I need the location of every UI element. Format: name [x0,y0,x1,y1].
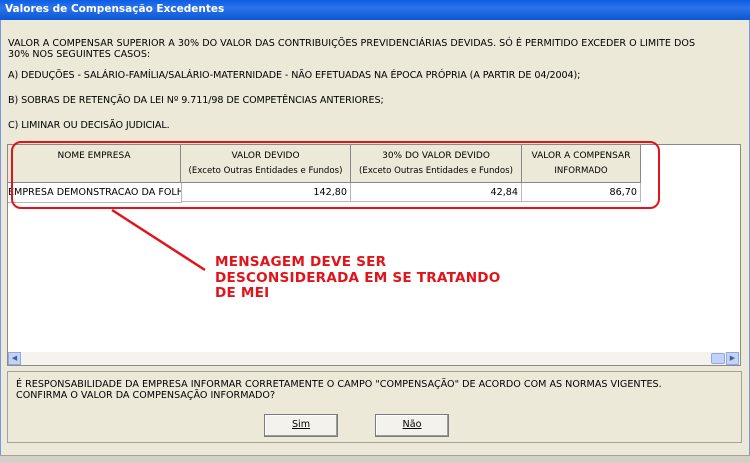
confirmation-line-1: É RESPONSABILIDADE DA EMPRESA INFORMAR C… [16,379,662,390]
confirmation-line-2: CONFIRMA O VALOR DA COMPENSAÇÃO INFORMAD… [16,390,276,401]
yes-button[interactable]: Sim [264,414,338,437]
no-button[interactable]: Não [375,414,449,437]
yes-button-label: Sim [291,419,311,430]
no-button-label: Não [402,419,422,430]
confirmation-text: É RESPONSABILIDADE DA EMPRESA INFORMAR C… [16,379,662,401]
annotation-text: MENSAGEM DEVE SER DESCONSIDERADA EM SE T… [215,254,501,301]
confirmation-panel: É RESPONSABILIDADE DA EMPRESA INFORMAR C… [7,371,742,443]
